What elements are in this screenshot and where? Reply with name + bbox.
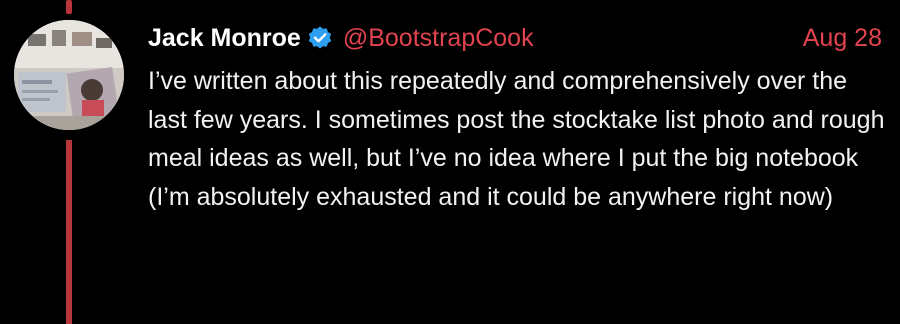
tweet-text: I’ve written about this repeatedly and c…: [148, 67, 885, 211]
user-handle[interactable]: @BootstrapCook: [343, 24, 534, 53]
avatar[interactable]: [14, 20, 124, 130]
thread-line: [66, 140, 72, 324]
display-name[interactable]: Jack Monroe: [148, 24, 301, 53]
avatar-image: [14, 20, 124, 130]
tweet[interactable]: Jack Monroe @BootstrapCook Aug 28 I’ve w…: [0, 0, 900, 324]
verified-badge-icon: [307, 25, 333, 51]
thread-line-top: [66, 0, 72, 14]
tweet-date[interactable]: Aug 28: [803, 24, 882, 53]
tweet-header: Jack Monroe @BootstrapCook Aug 28: [148, 20, 882, 56]
